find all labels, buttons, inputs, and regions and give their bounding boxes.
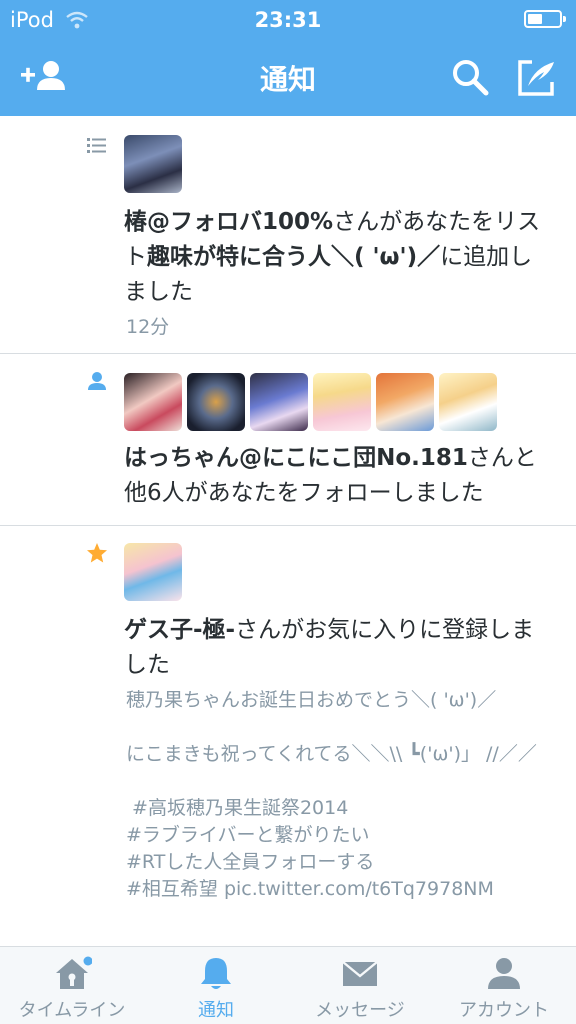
avatar[interactable] (250, 373, 308, 431)
notification-follow[interactable]: はっちゃん@にこにこ団No.181さんと他6人があなたをフォローしました (0, 354, 576, 526)
tweet-text[interactable]: 穂乃果ちゃんお誕生日おめでとう＼( 'ω')／ にこまきも祝ってくれてる＼＼\\… (0, 687, 576, 903)
battery-icon (524, 10, 566, 28)
tab-bar: タイムライン 通知 メッセージ アカウント (0, 946, 576, 1024)
avatar[interactable] (439, 373, 497, 431)
list-icon (87, 138, 106, 153)
compose-button[interactable] (512, 54, 560, 102)
notifications-list[interactable]: 椿@フォロバ100%さんがあなたをリスト趣味が特に合う人＼( 'ω')／に追加し… (0, 116, 576, 946)
bell-icon (201, 958, 231, 989)
nav-bar: 通知 (0, 40, 576, 116)
avatar[interactable] (187, 373, 245, 431)
notification-message: ゲス子-極-さんがお気に入りに登録しました (0, 613, 576, 683)
notification-message: はっちゃん@にこにこ団No.181さんと他6人があなたをフォローしました (0, 441, 576, 511)
person-icon (488, 958, 520, 989)
user-name[interactable]: はっちゃん@にこにこ団No.181 (124, 445, 468, 471)
notification-list-added[interactable]: 椿@フォロバ100%さんがあなたをリスト趣味が特に合う人＼( 'ω')／に追加し… (0, 116, 576, 354)
tab-label: タイムライン (18, 1000, 126, 1021)
search-button[interactable] (446, 54, 494, 102)
tab-timeline[interactable]: タイムライン (0, 947, 144, 1024)
tab-label: アカウント (459, 1000, 549, 1021)
search-icon (453, 60, 489, 96)
tab-account[interactable]: アカウント (432, 947, 576, 1024)
avatar[interactable] (313, 373, 371, 431)
home-icon (56, 956, 92, 989)
tab-notifications[interactable]: 通知 (144, 947, 288, 1024)
status-bar: iPod 23:31 (0, 0, 576, 40)
tab-messages[interactable]: メッセージ (288, 947, 432, 1024)
avatar[interactable] (124, 135, 182, 193)
status-time: 23:31 (254, 8, 322, 32)
user-name[interactable]: 椿@フォロバ100% (124, 209, 333, 235)
tab-label: メッセージ (315, 1000, 405, 1021)
envelope-icon (342, 961, 378, 986)
user-name[interactable]: ゲス子-極- (124, 617, 235, 643)
person-icon (88, 372, 106, 390)
tab-label: 通知 (198, 1000, 234, 1021)
battery-level (528, 14, 542, 24)
star-icon (87, 543, 107, 563)
notification-message: 椿@フォロバ100%さんがあなたをリスト趣味が特に合う人＼( 'ω')／に追加し… (0, 205, 576, 310)
compose-icon (518, 60, 554, 96)
notification-favorite[interactable]: ゲス子-極-さんがお気に入りに登録しました 穂乃果ちゃんお誕生日おめでとう＼( … (0, 526, 576, 946)
avatar-row (0, 354, 576, 431)
avatar[interactable] (376, 373, 434, 431)
list-name[interactable]: 趣味が特に合う人＼( 'ω')／ (147, 244, 440, 270)
avatar[interactable] (124, 543, 182, 601)
avatar[interactable] (124, 373, 182, 431)
timestamp: 12分 (126, 316, 170, 338)
